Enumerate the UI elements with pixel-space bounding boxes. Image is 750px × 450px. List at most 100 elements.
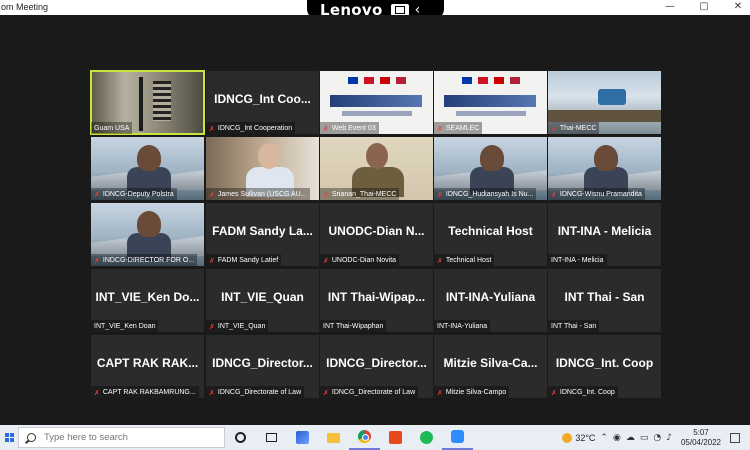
participant-name-caption: Guam USA [91, 122, 133, 134]
participant-head [594, 145, 618, 171]
system-tray: 32°C ⌃ ◉ ☁ ▭ ◔ ♪ 5:07 05/04/2022 [562, 428, 750, 448]
participant-name-caption: ✗ IDNCG_Hudiansyah Is Nu... [434, 188, 537, 200]
participant-tile[interactable]: ✗ James Sullivan (USCG AU... [206, 137, 319, 200]
participant-name: Guam USA [94, 125, 130, 132]
network-icon[interactable]: ◉ [613, 433, 621, 443]
clock-time: 5:07 [693, 427, 709, 437]
participant-name-caption: ✗ IDNCG-Deputy Polstra [91, 188, 177, 200]
participant-tile[interactable]: IDNCG_Int. Coop ✗ IDNCG_Int. Coop [548, 335, 661, 398]
participant-display-name: IDNCG_Director... [326, 356, 427, 370]
participant-name: IDNCG_Int Cooperation [217, 125, 293, 132]
participant-tile[interactable]: Technical Host ✗ Technical Host [434, 203, 547, 266]
clock[interactable]: 5:07 05/04/2022 [681, 428, 721, 448]
cloud-icon[interactable]: ☁ [626, 433, 635, 443]
muted-mic-icon: ✗ [209, 322, 215, 331]
muted-mic-icon: ✗ [323, 388, 329, 397]
participant-tile[interactable]: INT Thai-Wipap... INT Thai-Wipaphan [320, 269, 433, 332]
tray-expand-icon[interactable]: ⌃ [600, 433, 608, 443]
wifi-icon[interactable]: ◔ [653, 433, 661, 443]
zoom-icon[interactable] [442, 425, 473, 450]
participant-tile[interactable]: UNODC-Dian N... ✗ UNODC-Dian Novita [320, 203, 433, 266]
chrome-icon[interactable] [349, 425, 380, 450]
search-icon [27, 433, 36, 442]
participant-tile[interactable]: Guam USA [90, 70, 205, 135]
participant-name-caption: INT-INA - Melicia [548, 254, 607, 266]
participant-display-name: IDNCG_Int. Coop [555, 356, 654, 370]
participant-tile[interactable]: IDNCG_Int Coo... ✗ IDNCG_Int Cooperation [206, 71, 319, 134]
participant-tile[interactable]: ✗ Srianan_Thai-MECC [320, 137, 433, 200]
participant-name: SEAMLEC [445, 125, 480, 132]
participant-tile[interactable]: ✗ IDNCG-Wisnu Pramandita [548, 137, 661, 200]
participant-name: IDNCG_Hudiansyah Is Nu... [445, 191, 534, 198]
participant-display-name: CAPT RAK RAK... [96, 356, 199, 370]
muted-mic-icon: ✗ [209, 124, 215, 133]
participant-tile[interactable]: CAPT RAK RAK... ✗ CAPT RAK RAKBAMRUNG... [91, 335, 204, 398]
flag-icon [364, 77, 374, 84]
participant-head [366, 143, 388, 169]
participant-name-caption: ✗ Srianan_Thai-MECC [320, 188, 400, 200]
participant-tile[interactable]: INT_VIE_Ken Do... INT_VIE_Ken Doan [91, 269, 204, 332]
participant-display-name: INT Thai-Wipap... [327, 290, 426, 304]
weather-widget[interactable]: 32°C [562, 432, 595, 443]
slide-heading [330, 95, 422, 107]
battery-icon[interactable]: ▭ [640, 433, 649, 443]
minimize-button[interactable]: — [664, 1, 676, 12]
volume-icon[interactable]: ♪ [666, 433, 672, 443]
muted-mic-icon: ✗ [551, 124, 557, 133]
participant-name: IDNCG-Wisnu Pramandita [559, 191, 642, 198]
taskbar: 32°C ⌃ ◉ ☁ ▭ ◔ ♪ 5:07 05/04/2022 [0, 425, 750, 450]
participant-tile[interactable]: ✗ IDNCG-Deputy Polstra [91, 137, 204, 200]
notification-icon[interactable] [730, 432, 740, 443]
taskbar-search[interactable] [18, 427, 225, 448]
participant-tile[interactable]: IDNCG_Director... ✗ IDNCG_Directorate of L… [320, 335, 433, 398]
participant-tile[interactable]: ✗ IDNCG_Hudiansyah Is Nu... [434, 137, 547, 200]
participant-tile[interactable]: Mitzie Silva-Ca... ✗ Mitzie Silva-Campo [434, 335, 547, 398]
participant-display-name: INT-INA - Melicia [557, 224, 652, 238]
muted-mic-icon: ✗ [94, 190, 100, 199]
close-button[interactable]: ✕ [732, 1, 744, 12]
participant-name: IDNCG_Directorate of Law [331, 389, 416, 396]
muted-mic-icon: ✗ [94, 256, 100, 265]
spotify-icon[interactable] [411, 425, 442, 450]
muted-mic-icon: ✗ [209, 388, 215, 397]
slide-subtitle [456, 111, 526, 116]
meeting-area: Guam USA IDNCG_Int Coo... ✗ IDNCG_Int Coope… [0, 15, 750, 425]
participant-tile[interactable]: ✗ SEAMLEC [434, 71, 547, 134]
participant-name-caption: ✗ Web Event 03 [320, 122, 379, 134]
cortana-icon[interactable] [225, 425, 256, 450]
participant-name: INT_VIE_Ken Doan [94, 323, 156, 330]
task-view-icon[interactable] [256, 425, 287, 450]
participant-tile[interactable]: ✗ Thai-MECC [548, 71, 661, 134]
participant-display-name: UNODC-Dian N... [328, 224, 425, 238]
start-button[interactable] [0, 425, 18, 450]
participant-name: INDCG-DIRECTOR FOR O... [102, 257, 195, 264]
muted-mic-icon: ✗ [437, 190, 443, 199]
participant-name: INT Thai - San [551, 323, 597, 330]
photo-app-icon[interactable] [287, 425, 318, 450]
participant-name: INT-INA-Yuliana [437, 323, 488, 330]
muted-mic-icon: ✗ [323, 256, 329, 265]
participant-tile[interactable]: ✗ INDCG-DIRECTOR FOR O... [91, 203, 204, 266]
participant-tile[interactable]: INT-INA - Melicia INT-INA - Melicia [548, 203, 661, 266]
pin-icon[interactable] [390, 3, 409, 16]
maximize-button[interactable]: ▢ [698, 1, 710, 12]
participant-tile[interactable]: INT_VIE_Quan ✗ INT_VIE_Quan [206, 269, 319, 332]
participant-name: INT-INA - Melicia [551, 257, 604, 264]
participant-tile[interactable]: ✗ Web Event 03 [320, 71, 433, 134]
muted-mic-icon: ✗ [323, 190, 329, 199]
participant-tile[interactable]: IDNCG_Director... ✗ IDNCG_Directorate of L… [206, 335, 319, 398]
participant-name: UNODC-Dian Novita [331, 257, 397, 264]
participant-tile[interactable]: FADM Sandy La... ✗ FADM Sandy Latief [206, 203, 319, 266]
participant-name-caption: ✗ James Sullivan (USCG AU... [206, 188, 310, 200]
clock-date: 05/04/2022 [680, 437, 721, 447]
participant-tile[interactable]: INT-INA-Yuliana INT-INA-Yuliana [434, 269, 547, 332]
participant-display-name: INT_VIE_Ken Do... [95, 290, 200, 304]
participant-tile[interactable]: INT Thai - San INT Thai - San [548, 269, 661, 332]
office-icon[interactable] [380, 425, 411, 450]
participant-name-caption: ✗ Technical Host [434, 254, 495, 266]
muted-mic-icon: ✗ [94, 388, 100, 397]
file-explorer-icon[interactable] [318, 425, 349, 450]
flag-icon [348, 77, 358, 84]
search-input[interactable] [44, 432, 214, 443]
participant-name: IDNCG-Deputy Polstra [102, 191, 174, 198]
